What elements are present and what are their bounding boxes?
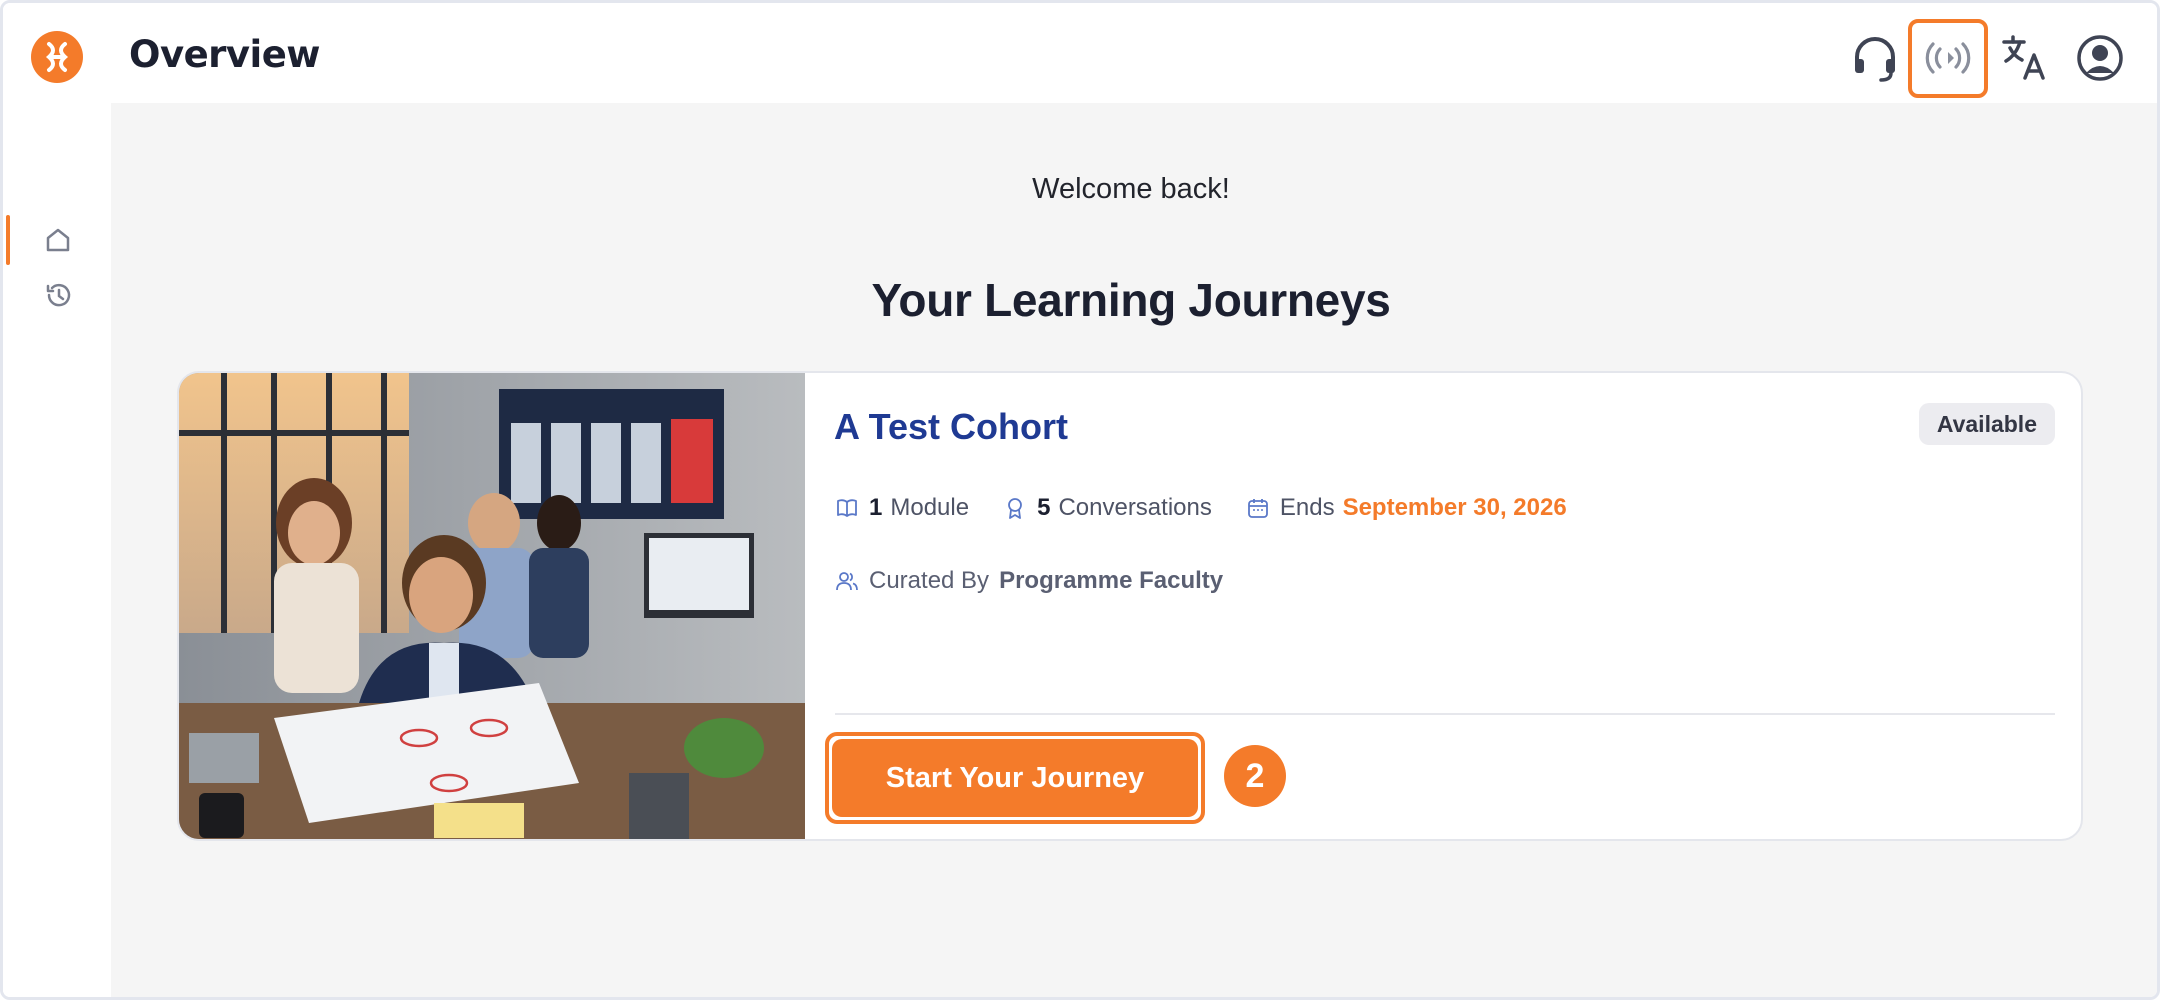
journey-title[interactable]: A Test Cohort [834,406,1068,448]
home-icon[interactable] [41,223,75,257]
sidebar-active-indicator [6,215,10,265]
translate-icon[interactable] [1998,31,2052,85]
start-journey-button[interactable]: Start Your Journey [832,739,1198,817]
modules-meta: 1 Module [835,494,969,522]
history-icon[interactable] [41,278,75,312]
conversations-label: Conversations [1058,494,1212,521]
curated-by-name: Programme Faculty [999,567,1224,594]
page-title: Overview [129,33,321,76]
end-date: September 30, 2026 [1342,494,1567,521]
card-divider [835,713,2055,715]
account-icon[interactable] [2073,31,2127,85]
award-icon [1008,498,1022,519]
top-header: Overview [3,3,2157,200]
journey-meta: 1 Module 5 Conversations Ends September … [835,491,1601,525]
modules-label: Module [890,494,970,521]
main-content: Welcome back! Your Learning Journeys A T… [111,103,2157,997]
end-date-meta: Ends September 30, 2026 [1246,494,1567,522]
journey-card: A Test Cohort Available 1 Module 5 Conve… [177,371,2083,841]
conversations-meta: 5 Conversations [1003,494,1212,522]
support-headset-icon[interactable] [1848,31,1902,85]
journey-cover-image [179,373,805,839]
book-icon [837,499,857,517]
logo-icon [45,42,69,72]
sidebar [3,103,111,997]
conversations-count: 5 [1037,494,1051,521]
curator-meta: Curated By Programme Faculty [835,564,1223,598]
brand-logo[interactable] [31,31,83,83]
users-icon [836,572,858,591]
welcome-message: Welcome back! [1032,173,1230,205]
ends-label: Ends [1279,494,1335,521]
calendar-icon [1247,499,1268,518]
modules-count: 1 [869,494,883,521]
step-2-badge: 2 [1224,745,1286,807]
live-broadcast-icon[interactable] [1921,31,1975,85]
curated-by-label: Curated By [869,567,990,594]
status-badge: Available [1918,403,2055,445]
journey-details: A Test Cohort Available 1 Module 5 Conve… [805,373,2081,839]
section-title: Your Learning Journeys [871,274,1391,326]
app-window: Overview Welcome back! Your Learning Jou… [0,0,2160,1000]
